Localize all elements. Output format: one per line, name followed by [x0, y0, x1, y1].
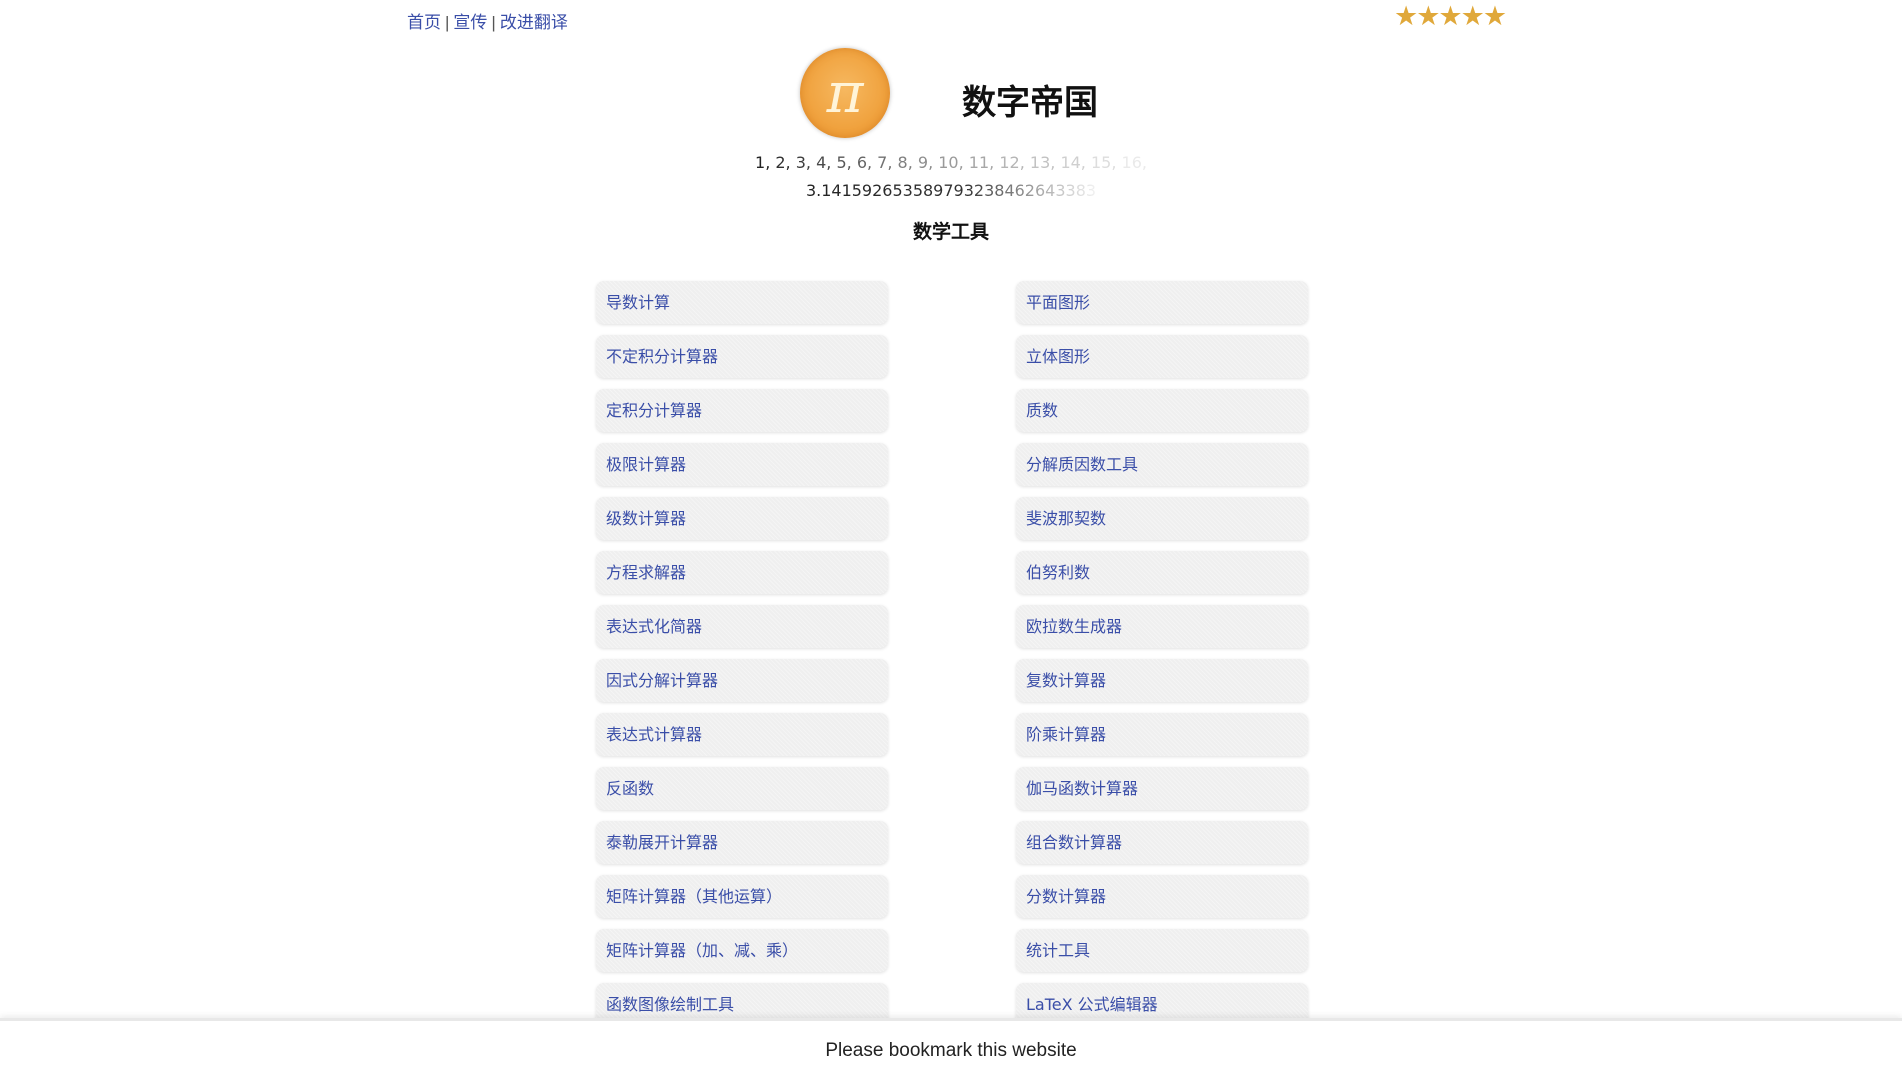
bookmark-message: Please bookmark this website [825, 1040, 1077, 1061]
tool-link[interactable]: 伽马函数计算器 [1016, 767, 1308, 810]
tool-link[interactable]: 矩阵计算器（加、减、乘） [596, 929, 888, 972]
pi-digits: 3.141592653589793238462643383 [805, 181, 1097, 200]
sequence-number: 12, [999, 153, 1025, 172]
tool-link[interactable]: 分数计算器 [1016, 875, 1308, 918]
sequence-number: 8, [897, 153, 913, 172]
sequence-number: 13, [1029, 153, 1056, 172]
tool-list-left: 导数计算不定积分计算器 定积分计算器 极限计算器级数计算器方程求解器表达式化简器 因式… [596, 281, 888, 1037]
tool-link[interactable]: 立体图形 [1016, 335, 1308, 378]
tools-section-title: 数学工具 [912, 221, 989, 243]
sequence-number: 4, [816, 153, 832, 172]
sequence-number: 15, [1090, 153, 1117, 172]
tool-link[interactable]: 统计工具 [1016, 929, 1308, 972]
nav-home-link[interactable]: 首页 [407, 13, 441, 32]
tool-link[interactable]: 反函数 [596, 767, 888, 810]
tool-link[interactable]: 表达式计算器 [596, 713, 888, 756]
sequence-number: 14, [1060, 153, 1086, 172]
bookmark-footer: Please bookmark this website [0, 1018, 1902, 1083]
sequence-number: 3, [795, 153, 811, 172]
tool-link[interactable]: 质数 [1016, 389, 1308, 432]
tool-link[interactable]: 不定积分计算器 [596, 335, 888, 378]
site-title: 数字帝国 [962, 83, 1098, 123]
sequence-number: 6, [856, 153, 873, 172]
tool-link[interactable]: 表达式化简器 [596, 605, 888, 648]
rating-stars-icon[interactable]: ★★★★★ [1394, 1, 1507, 32]
tool-link[interactable]: 复数计算器 [1016, 659, 1308, 702]
nav-translate-link[interactable]: 改进翻译 [500, 13, 568, 32]
sequence-number: 10, [938, 153, 964, 172]
tool-link[interactable]: 组合数计算器 [1016, 821, 1308, 864]
nav-separator: | [445, 13, 450, 32]
sequence-number: 9, [917, 153, 934, 172]
sequence-number: 2, [775, 153, 791, 172]
tool-link[interactable]: 导数计算 [596, 281, 888, 324]
pi-digit-sequence: 3.141592653589793238462643383 [0, 181, 1902, 200]
tool-link[interactable]: 欧拉数生成器 [1016, 605, 1308, 648]
natural-number-sequence: 1, 2, 3, 4, 5, 6, 7, 8, 9, 10, 11, 12, 1… [0, 153, 1902, 172]
tool-list-right: 平面图形立体图形质数分解质因数工具 斐波那契数伯努利数欧拉数生成器 复数计算器阶乘计… [1016, 281, 1308, 1037]
tool-link[interactable]: 定积分计算器 [596, 389, 888, 432]
tool-link[interactable]: 方程求解器 [596, 551, 888, 594]
sequence-number: 1, [755, 153, 771, 172]
tool-link[interactable]: 伯努利数 [1016, 551, 1308, 594]
tool-link[interactable]: 平面图形 [1016, 281, 1308, 324]
tool-link[interactable]: 矩阵计算器（其他运算） [596, 875, 888, 918]
nav-separator: | [491, 13, 496, 32]
tool-link[interactable]: 斐波那契数 [1016, 497, 1308, 540]
sequence-number: 7, [877, 153, 893, 172]
tool-link[interactable]: 因式分解计算器 [596, 659, 888, 702]
sequence-number: 5, [836, 153, 852, 172]
tool-link[interactable]: 泰勒展开计算器 [596, 821, 888, 864]
top-nav: 首页 | 宣传 | 改进翻译 [407, 8, 568, 33]
sequence-number: 16, [1121, 153, 1147, 172]
nav-promote-link[interactable]: 宣传 [453, 13, 487, 32]
tool-link[interactable]: 极限计算器 [596, 443, 888, 486]
tool-link[interactable]: 分解质因数工具 [1016, 443, 1308, 486]
tool-link[interactable]: 阶乘计算器 [1016, 713, 1308, 756]
sequence-number: 11, [968, 153, 995, 172]
tool-link[interactable]: 级数计算器 [596, 497, 888, 540]
pi-logo-icon[interactable]: π [800, 48, 890, 138]
